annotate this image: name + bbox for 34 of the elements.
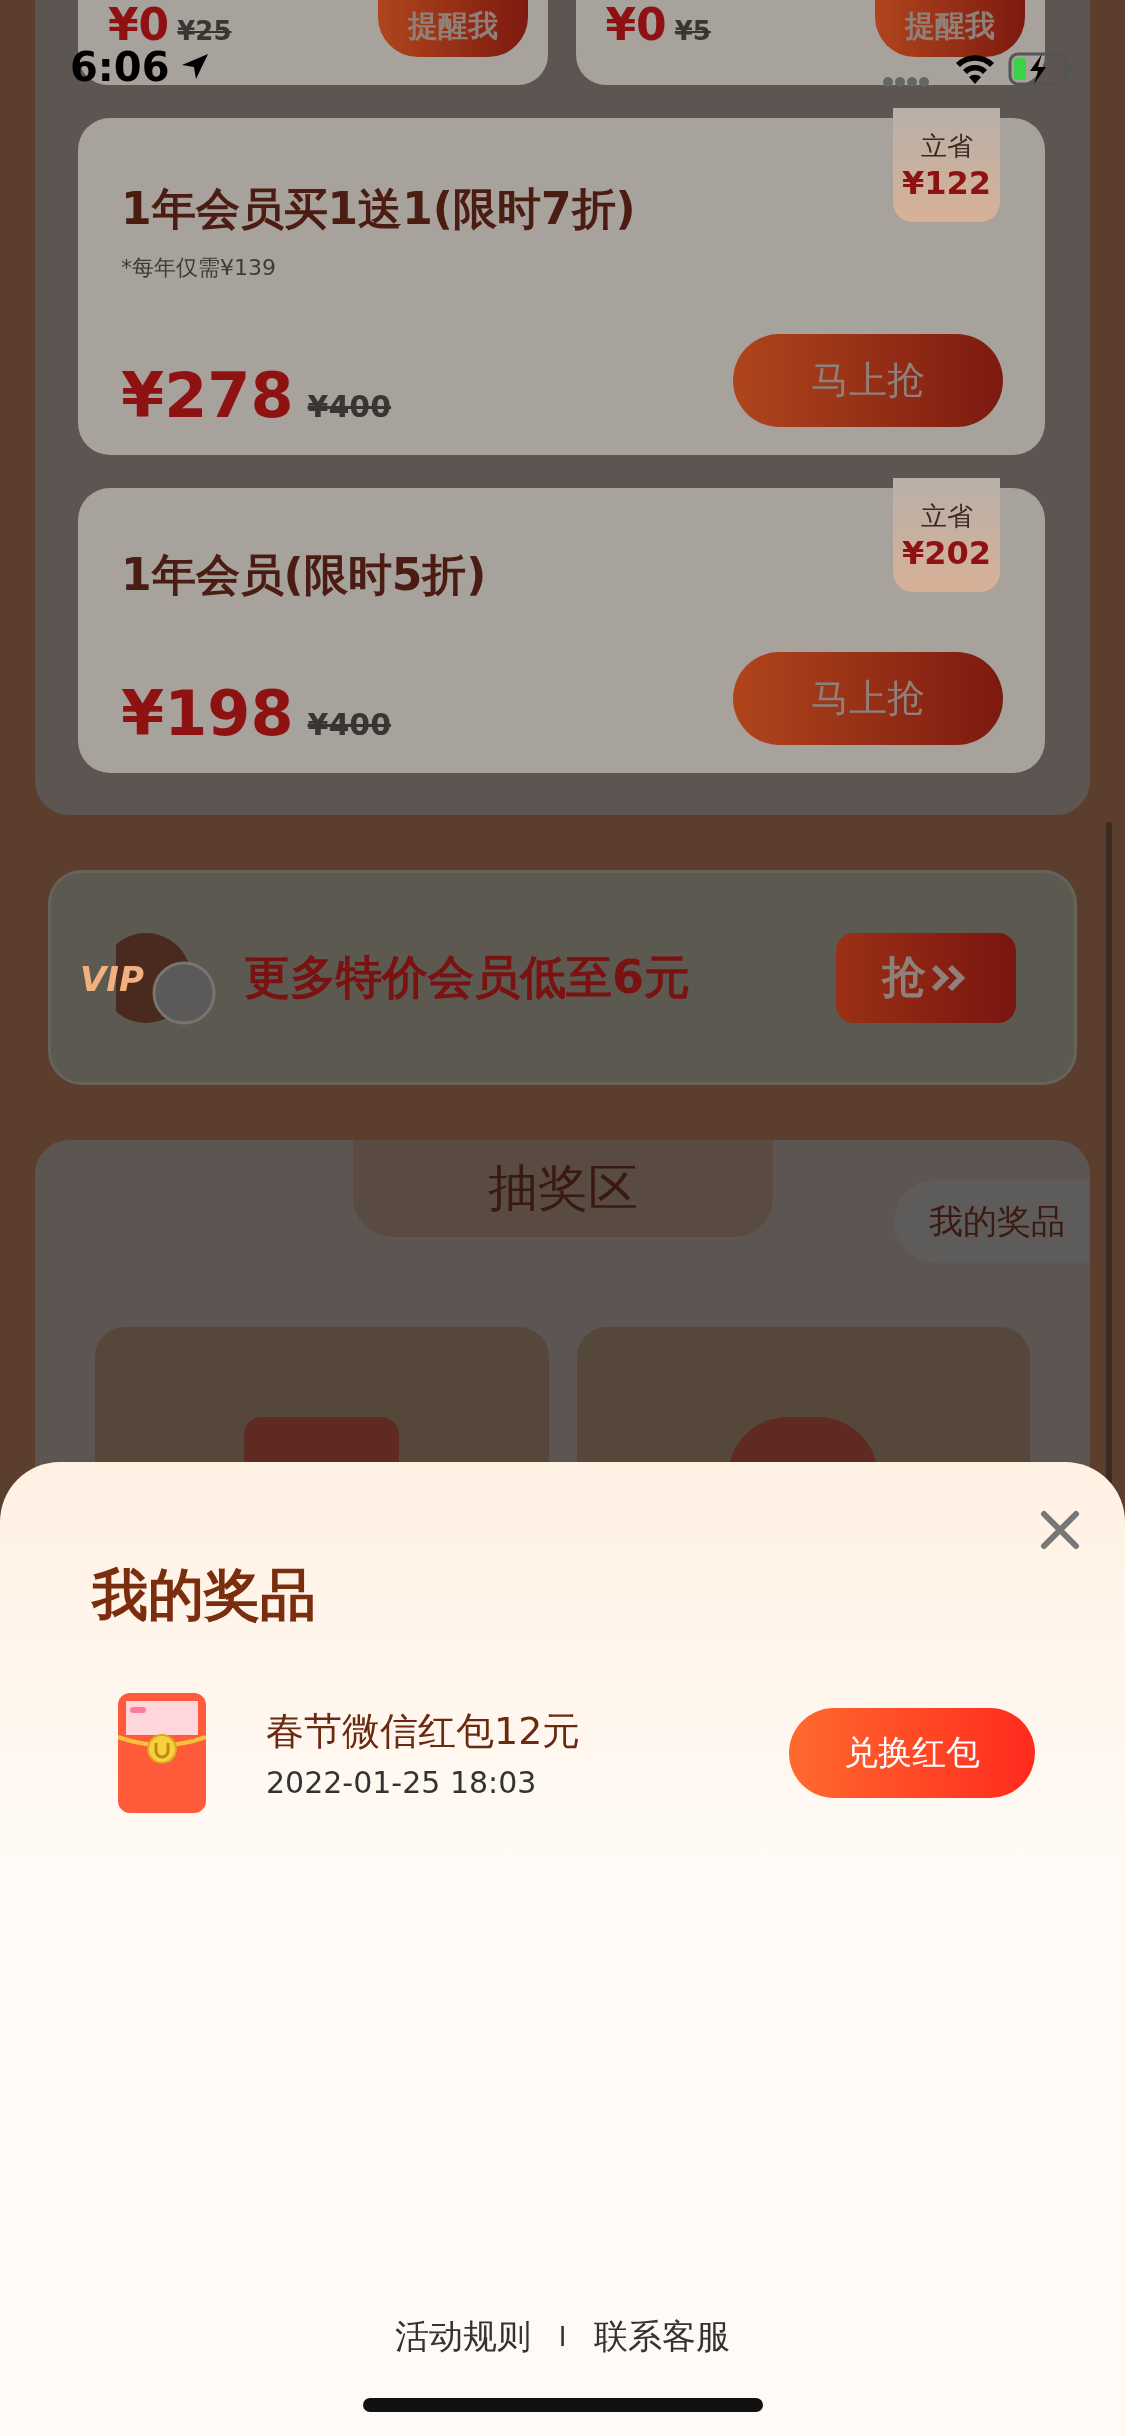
- vip-label: VIP: [80, 958, 144, 999]
- promo-banner[interactable]: VIP 更多特价会员低至6元 抢: [48, 870, 1077, 1085]
- envelope-icon: [118, 1693, 206, 1813]
- offer-title: 1年会员买1送1(限时7折): [121, 182, 636, 236]
- redeem-button[interactable]: 兑换红包: [789, 1708, 1035, 1798]
- original-price: ¥5: [674, 16, 711, 46]
- rules-link[interactable]: 活动规则: [394, 2314, 531, 2360]
- remind-button[interactable]: 提醒我: [875, 0, 1025, 57]
- remind-button[interactable]: 提醒我: [377, 0, 528, 57]
- signal-dots-icon: [882, 76, 932, 88]
- my-prizes-button[interactable]: 我的奖品: [894, 1180, 1090, 1263]
- offer-note: *每年仅需¥139: [121, 254, 277, 282]
- original-price: ¥25: [177, 16, 232, 46]
- savings-label: 立省: [920, 129, 973, 163]
- support-link[interactable]: 联系客服: [594, 2314, 731, 2360]
- price: ¥0: [605, 0, 667, 50]
- prize-time: 2022-01-25 18:03: [266, 1765, 538, 1800]
- grab-button[interactable]: 抢: [836, 932, 1016, 1023]
- savings-label: 立省: [920, 499, 973, 533]
- original-price: ¥400: [307, 389, 392, 424]
- savings-amount: ¥202: [901, 533, 992, 572]
- price: ¥278: [121, 365, 294, 427]
- price: ¥198: [121, 683, 294, 745]
- close-icon[interactable]: [1040, 1510, 1080, 1550]
- sheet-title: 我的奖品: [92, 1561, 316, 1629]
- buy-button[interactable]: 马上抢: [733, 334, 1003, 427]
- buy-button[interactable]: 马上抢: [733, 652, 1003, 745]
- battery-charging-icon: [1008, 52, 1074, 86]
- original-price: ¥400: [307, 707, 392, 742]
- prize-name: 春节微信红包12元: [266, 1708, 581, 1755]
- banner-text: 更多特价会员低至6元: [244, 948, 690, 1006]
- savings-amount: ¥122: [901, 163, 992, 202]
- separator: I: [558, 2322, 567, 2352]
- offer-title: 1年会员(限时5折): [121, 548, 487, 602]
